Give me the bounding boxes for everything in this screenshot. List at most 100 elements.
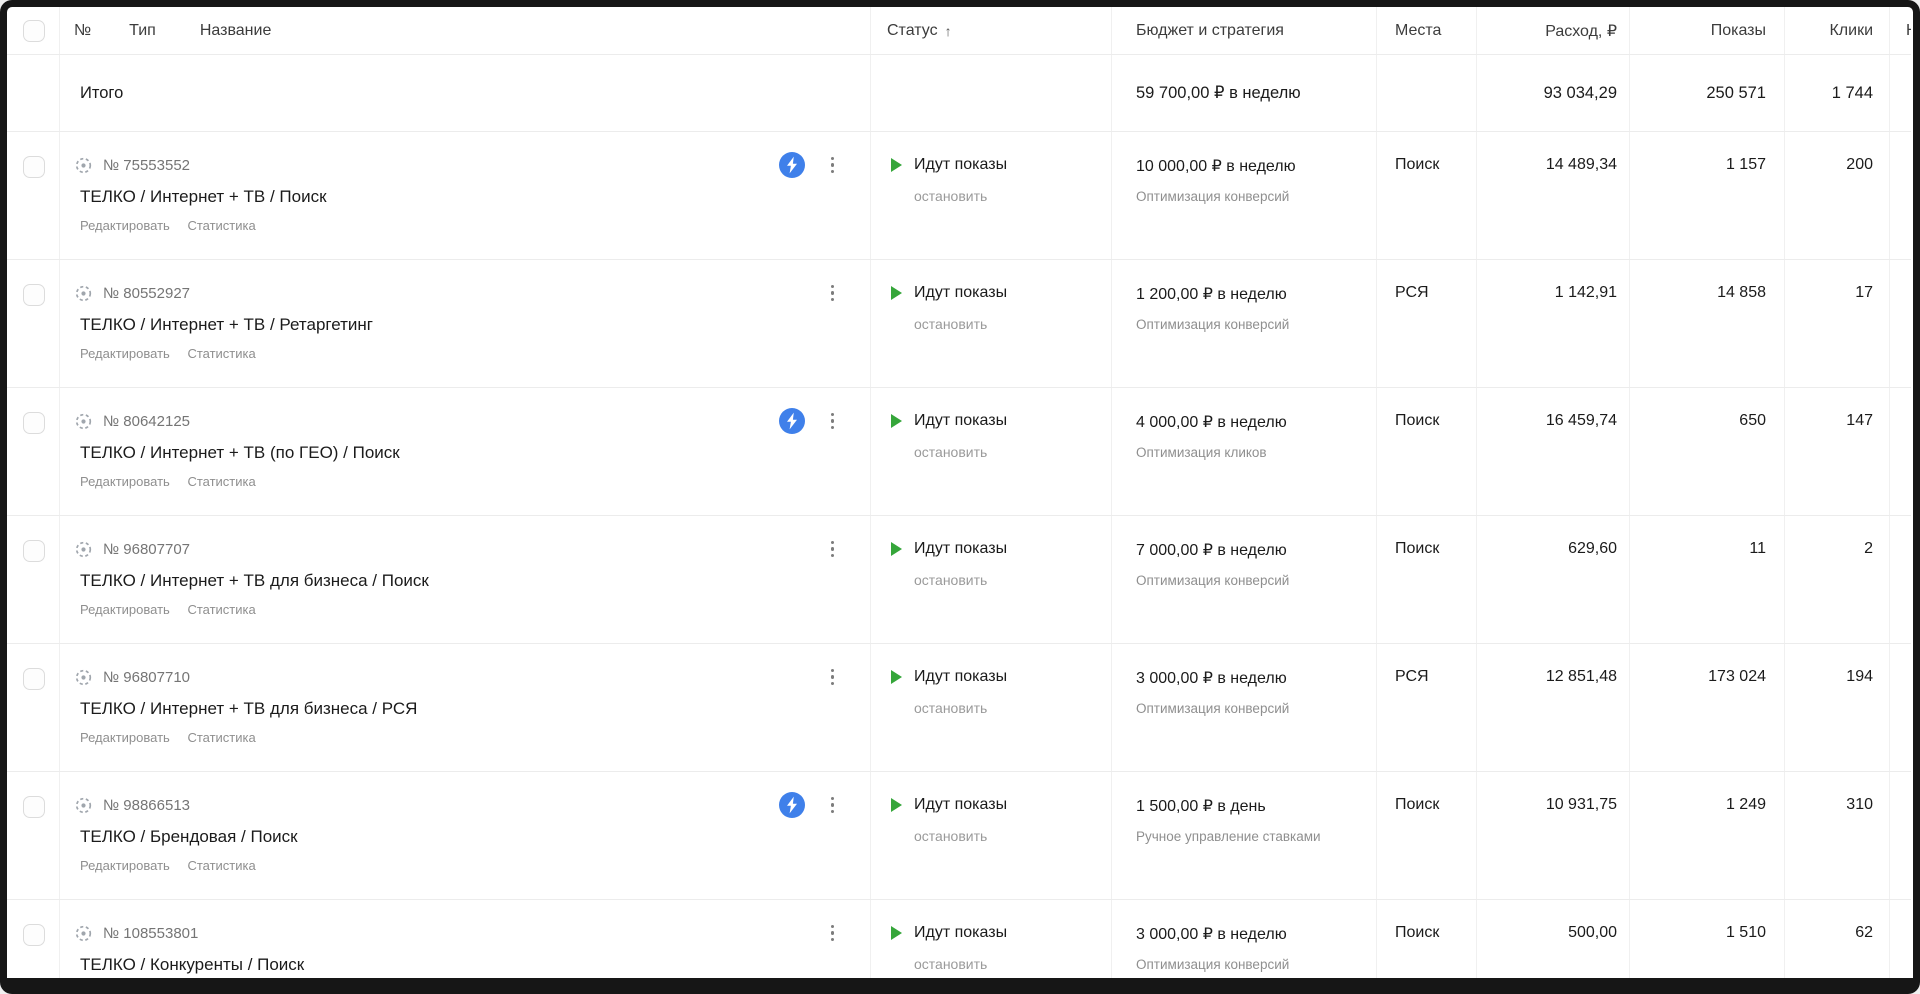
col-header-places[interactable]: Места [1376,7,1476,54]
col-header-number: № [74,22,91,40]
statistics-link[interactable]: Статистика [187,602,255,617]
campaign-type-icon [74,412,93,431]
campaign-row: № 96807710 ТЕЛКО / Интернет + ТВ для биз… [7,644,1911,772]
stop-link[interactable]: остановить [914,572,1111,588]
statistics-link[interactable]: Статистика [187,346,255,361]
campaign-name[interactable]: ТЕЛКО / Интернет + ТВ (по ГЕО) / Поиск [80,443,844,463]
campaign-name[interactable]: ТЕЛКО / Интернет + ТВ для бизнеса / Поис… [80,571,844,591]
row-checkbox[interactable] [23,668,45,690]
campaign-name[interactable]: ТЕЛКО / Интернет + ТВ для бизнеса / РСЯ [80,699,844,719]
row-menu-button[interactable] [825,282,841,305]
app-window: № Тип Название Статус ↑ Бюджет и стратег… [0,0,1920,994]
campaign-main-cell: № 75553552 ТЕЛКО / Интернет + ТВ / Поиск… [59,132,870,259]
boost-lightning-icon[interactable] [779,408,805,434]
campaign-type-icon [74,540,93,559]
budget-value: 1 200,00 ₽ в неделю [1136,284,1376,304]
places-value: Поиск [1376,132,1476,259]
stop-link[interactable]: остановить [914,956,1111,972]
row-menu-button[interactable] [825,922,841,945]
edit-link[interactable]: Редактировать [80,474,170,489]
row-checkbox[interactable] [23,412,45,434]
clicks-value: 62 [1784,900,1889,994]
row-checkbox[interactable] [23,284,45,306]
campaign-main-cell: № 96807710 ТЕЛКО / Интернет + ТВ для биз… [59,644,870,771]
col-header-spend[interactable]: Расход, ₽ [1476,7,1629,54]
edit-link[interactable]: Редактировать [80,730,170,745]
clicks-value: 200 [1784,132,1889,259]
clicks-value: 147 [1784,388,1889,515]
edit-link[interactable]: Редактировать [80,602,170,617]
statistics-link[interactable]: Статистика [187,218,255,233]
budget-value: 10 000,00 ₽ в неделю [1136,156,1376,176]
campaign-row: № 80552927 ТЕЛКО / Интернет + ТВ / Ретар… [7,260,1911,388]
row-checkbox[interactable] [23,540,45,562]
edit-link[interactable]: Редактировать [80,986,170,994]
spend-value: 14 489,34 [1476,132,1629,259]
totals-budget: 59 700,00 ₽ в неделю [1111,55,1376,131]
statistics-link[interactable]: Статистика [187,858,255,873]
stop-link[interactable]: остановить [914,316,1111,332]
shows-value: 1 249 [1629,772,1784,899]
campaign-name[interactable]: ТЕЛКО / Брендовая / Поиск [80,827,844,847]
campaign-number: № 80642125 [103,413,190,430]
col-header-type: Тип [129,22,156,40]
campaign-name[interactable]: ТЕЛКО / Конкуренты / Поиск [80,955,844,975]
totals-check-cell [7,55,59,131]
row-checkbox[interactable] [23,924,45,946]
campaign-type-icon [74,284,93,303]
spend-value: 500,00 [1476,900,1629,994]
campaign-type-icon [74,796,93,815]
campaign-type-icon [74,924,93,943]
stop-link[interactable]: остановить [914,700,1111,716]
campaign-name[interactable]: ТЕЛКО / Интернет + ТВ / Поиск [80,187,844,207]
boost-lightning-icon[interactable] [779,792,805,818]
campaign-budget-cell: 10 000,00 ₽ в неделю Оптимизация конверс… [1111,132,1376,259]
places-value: Поиск [1376,388,1476,515]
budget-value: 3 000,00 ₽ в неделю [1136,668,1376,688]
campaign-main-cell: № 98866513 ТЕЛКО / Брендовая / Поиск Ред… [59,772,870,899]
campaigns-table: № Тип Название Статус ↑ Бюджет и стратег… [7,7,1911,994]
stop-link[interactable]: остановить [914,828,1111,844]
campaign-name[interactable]: ТЕЛКО / Интернет + ТВ / Ретаргетинг [80,315,844,335]
stop-link[interactable]: остановить [914,188,1111,204]
campaign-row: № 96807707 ТЕЛКО / Интернет + ТВ для биз… [7,516,1911,644]
row-menu-button[interactable] [825,538,841,561]
campaign-number: № 80552927 [103,285,190,302]
col-header-status[interactable]: Статус ↑ [870,7,1111,54]
row-menu-button[interactable] [825,410,841,433]
status-text: Идут показы [914,540,1007,558]
statistics-link[interactable]: Статистика [187,730,255,745]
boost-lightning-icon[interactable] [779,152,805,178]
row-checkbox[interactable] [23,796,45,818]
row-checkbox[interactable] [23,156,45,178]
edit-link[interactable]: Редактировать [80,858,170,873]
col-header-budget[interactable]: Бюджет и стратегия [1111,7,1376,54]
header-check-cell [7,7,59,54]
table-header: № Тип Название Статус ↑ Бюджет и стратег… [7,7,1911,55]
col-header-truncated: Н [1889,7,1911,54]
totals-status-cell [870,55,1111,131]
row-menu-button[interactable] [825,794,841,817]
col-header-clicks[interactable]: Клики [1784,7,1889,54]
row-menu-button[interactable] [825,666,841,689]
col-header-shows[interactable]: Показы [1629,7,1784,54]
stop-link[interactable]: остановить [914,444,1111,460]
edit-link[interactable]: Редактировать [80,218,170,233]
campaign-type-icon [74,156,93,175]
statistics-link[interactable]: Статистика [187,986,255,994]
spend-value: 1 142,91 [1476,260,1629,387]
totals-label-cell: Итого [59,55,870,131]
totals-label: Итого [80,84,123,103]
places-value: РСЯ [1376,644,1476,771]
row-menu-button[interactable] [825,154,841,177]
edit-link[interactable]: Редактировать [80,346,170,361]
select-all-checkbox[interactable] [23,20,45,42]
play-icon [891,542,902,556]
campaign-main-cell: № 96807707 ТЕЛКО / Интернет + ТВ для биз… [59,516,870,643]
shows-value: 1 510 [1629,900,1784,994]
spend-value: 16 459,74 [1476,388,1629,515]
campaign-budget-cell: 3 000,00 ₽ в неделю Оптимизация конверси… [1111,900,1376,994]
campaign-number: № 108553801 [103,925,198,942]
totals-shows: 250 571 [1629,55,1784,131]
statistics-link[interactable]: Статистика [187,474,255,489]
